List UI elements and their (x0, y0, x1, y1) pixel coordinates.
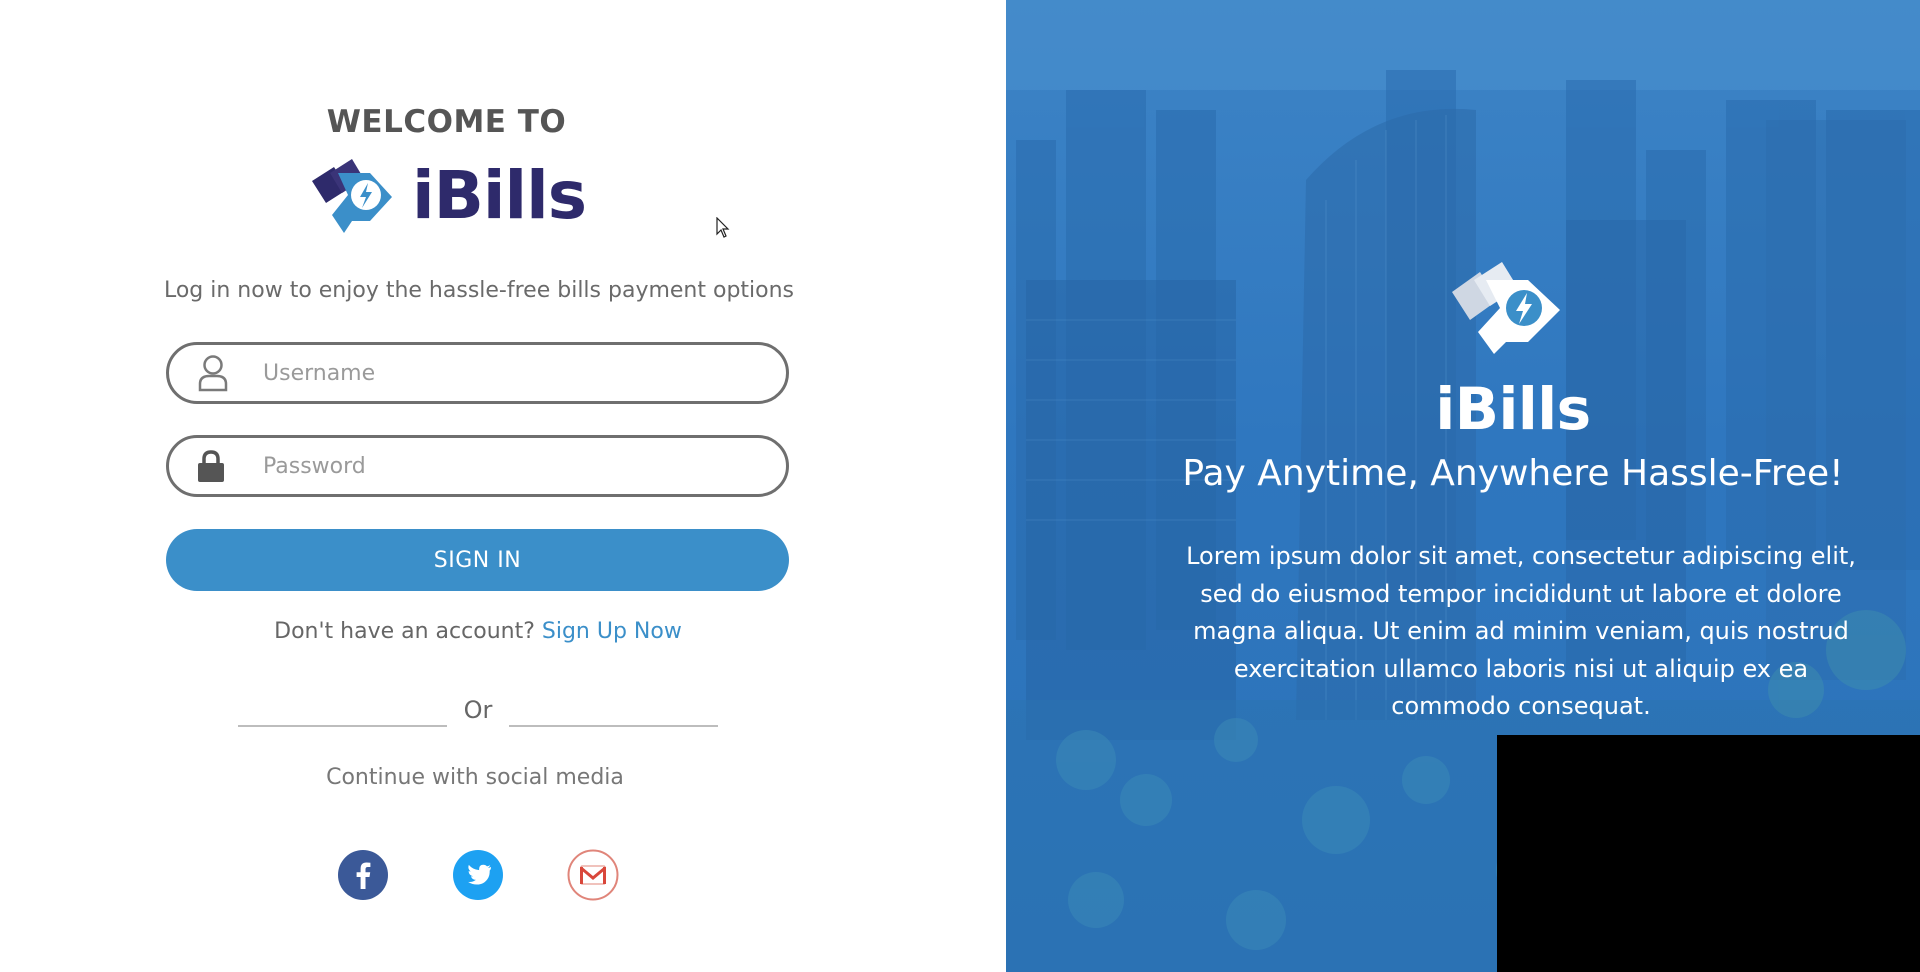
password-field[interactable] (166, 435, 789, 497)
login-panel: WELCOME TO iBills Log in now to enjoy th… (0, 0, 1006, 972)
promo-tagline: Pay Anytime, Anywhere Hassle-Free! (1182, 453, 1844, 494)
facebook-icon[interactable] (337, 849, 389, 901)
username-field[interactable] (166, 342, 789, 404)
mouse-cursor-icon (716, 217, 730, 238)
no-account-text: Don't have an account? (274, 619, 542, 644)
divider-line-right (509, 725, 718, 727)
username-input[interactable] (263, 360, 743, 386)
or-divider: Or (238, 692, 718, 728)
brand-logo: iBills (308, 156, 587, 236)
brand-name: iBills (412, 157, 587, 234)
continue-social-text: Continue with social media (326, 765, 624, 790)
black-overlay-region (1497, 735, 1920, 972)
user-icon (197, 354, 249, 392)
promo-brand-name: iBills (1435, 375, 1591, 443)
password-input[interactable] (263, 453, 743, 479)
twitter-icon[interactable] (452, 849, 504, 901)
welcome-heading: WELCOME TO (326, 104, 567, 140)
promo-description: Lorem ipsum dolor sit amet, consectetur … (1186, 542, 1856, 720)
sign-up-link[interactable]: Sign Up Now (542, 619, 682, 644)
divider-line-left (238, 725, 447, 727)
login-tagline: Log in now to enjoy the hassle-free bill… (163, 278, 795, 303)
lock-icon (197, 449, 249, 483)
sign-in-button[interactable]: SIGN IN (166, 529, 789, 591)
signup-prompt: Don't have an account? Sign Up Now (0, 619, 956, 644)
gmail-icon[interactable] (567, 849, 619, 901)
ibills-logo-white-icon (1452, 262, 1560, 354)
or-text: Or (463, 696, 493, 724)
ibills-logo-icon (312, 159, 392, 233)
